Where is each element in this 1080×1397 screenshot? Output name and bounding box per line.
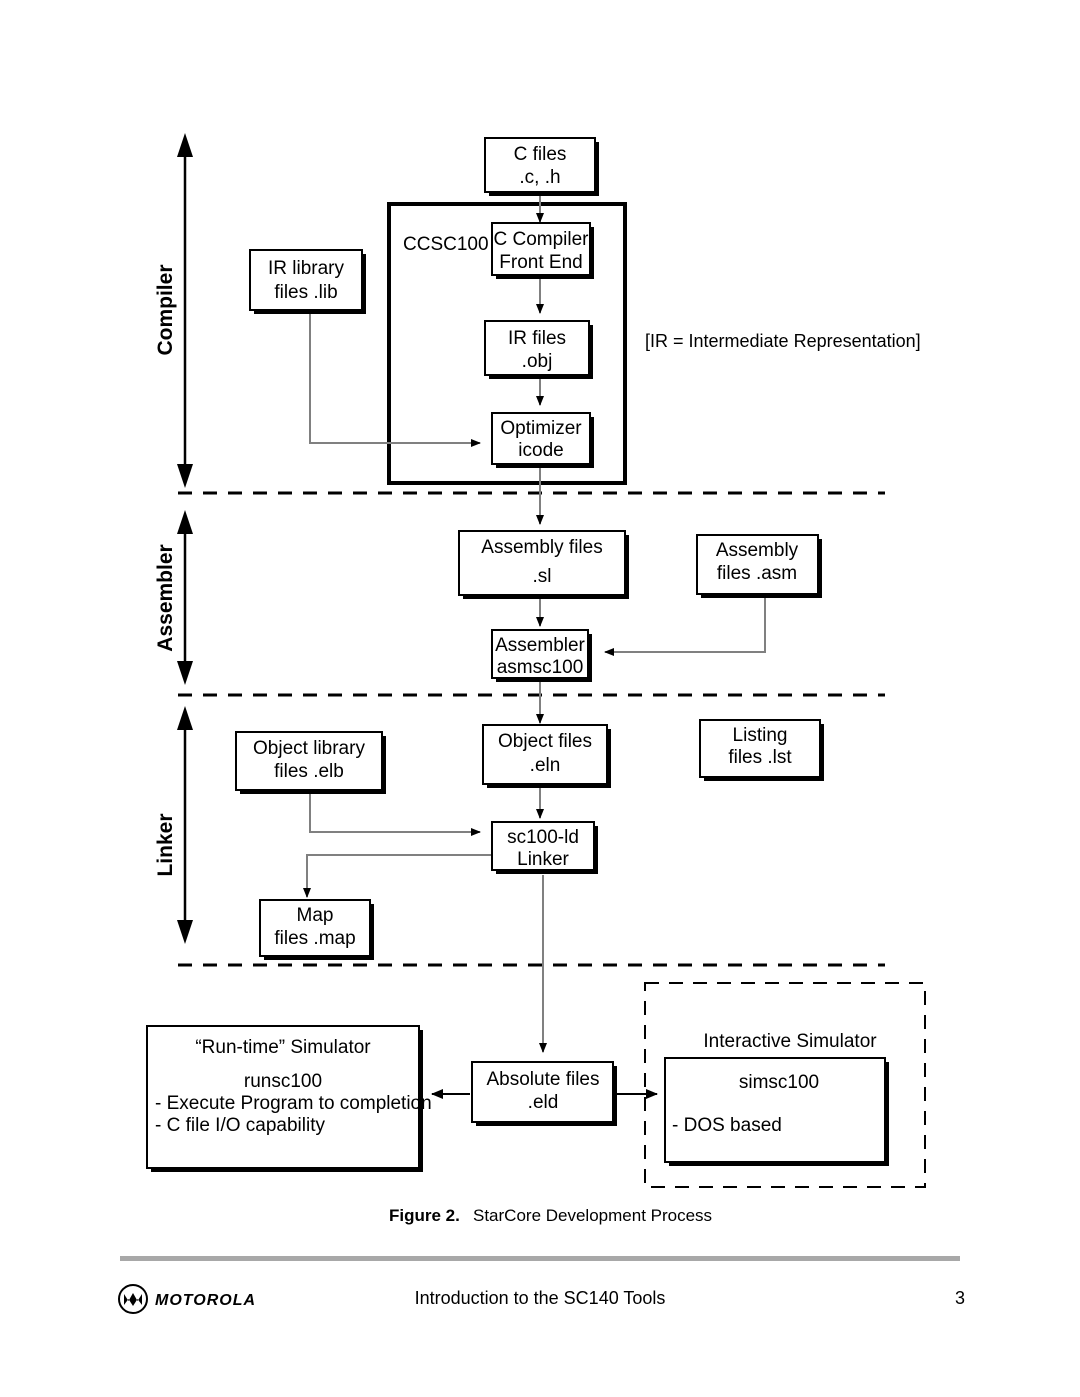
node-ir-library-line2: files .lib — [274, 282, 337, 303]
footer-page-number: 3 — [955, 1288, 965, 1308]
node-interactive-simulator-name: simsc100 — [739, 1072, 819, 1093]
node-optimizer[interactable]: Optimizer icode — [491, 412, 594, 468]
stage-label-linker: Linker — [154, 813, 177, 876]
node-ir-files-line1: IR files — [508, 328, 566, 349]
stage-span-assembler: Assembler — [154, 510, 193, 685]
node-interactive-simulator[interactable]: simsc100 - DOS based — [664, 1057, 889, 1166]
stage-label-compiler: Compiler — [154, 264, 177, 355]
node-linker-tool-line1: sc100-ld — [507, 827, 579, 848]
motorola-logo: MOTOROLA — [118, 1284, 256, 1314]
node-c-compiler-front-end-line1: C Compiler — [493, 229, 589, 250]
node-interactive-simulator-bullet1: - DOS based — [672, 1115, 782, 1136]
node-runtime-simulator[interactable]: “Run-time” Simulator runsc100 - Execute … — [146, 1025, 432, 1172]
figure-caption: Figure 2. StarCore Development Process — [389, 1206, 712, 1225]
node-absolute-files-line2: .eld — [528, 1092, 559, 1113]
node-listing-files[interactable]: Listing files .lst — [699, 719, 824, 781]
node-assembler-tool[interactable]: Assembler asmsc100 — [491, 629, 592, 682]
node-listing-files-line2: files .lst — [728, 747, 792, 768]
node-object-files-line2: .eln — [530, 755, 561, 776]
node-runtime-simulator-name: runsc100 — [244, 1071, 322, 1092]
node-optimizer-line2: icode — [518, 440, 563, 461]
node-c-compiler-front-end-line2: Front End — [499, 252, 582, 273]
group-label-interactive-simulator: Interactive Simulator — [703, 1031, 877, 1052]
connector-asmfiles-to-assembler — [604, 594, 766, 656]
node-c-files-line1: C files — [514, 144, 567, 165]
connector-objectlibrary-to-linker — [309, 790, 481, 836]
node-assembly-files-sl-line2: .sl — [533, 566, 552, 587]
node-object-library[interactable]: Object library files .elb — [235, 731, 386, 794]
connector-irlibrary-to-optimizer — [309, 312, 481, 447]
node-linker-tool-line2: Linker — [517, 849, 569, 870]
node-object-files[interactable]: Object files .eln — [482, 724, 611, 788]
node-assembly-files-asm[interactable]: Assembly files .asm — [696, 534, 822, 598]
footer-rule — [120, 1256, 960, 1261]
node-absolute-files[interactable]: Absolute files .eld — [471, 1061, 617, 1126]
node-map-files[interactable]: Map files .map — [259, 899, 374, 960]
node-object-library-line1: Object library — [253, 738, 365, 759]
node-map-files-line2: files .map — [274, 928, 355, 949]
node-map-files-line1: Map — [297, 905, 334, 926]
node-linker-tool[interactable]: sc100-ld Linker — [491, 821, 598, 874]
node-ir-library-line1: IR library — [268, 258, 345, 279]
node-assembler-tool-line2: asmsc100 — [497, 657, 584, 678]
node-optimizer-line1: Optimizer — [500, 418, 582, 439]
node-c-files-line2: .c, .h — [519, 167, 560, 188]
figure-caption-text: StarCore Development Process — [473, 1206, 712, 1225]
motorola-batwing-icon — [124, 1293, 142, 1306]
stage-span-compiler: Compiler — [154, 133, 193, 488]
connector-linker-to-mapfiles — [303, 854, 492, 898]
node-assembly-files-asm-line2: files .asm — [717, 563, 797, 584]
node-runtime-simulator-bullet2: - C file I/O capability — [155, 1115, 325, 1136]
node-ir-files[interactable]: IR files .obj — [484, 320, 593, 379]
stage-label-assembler: Assembler — [154, 544, 177, 651]
node-object-library-line2: files .elb — [274, 761, 344, 782]
stage-span-linker: Linker — [154, 706, 193, 944]
footer: MOTOROLA Introduction to the SC140 Tools… — [118, 1284, 965, 1314]
node-assembly-files-sl[interactable]: Assembly files .sl — [458, 530, 629, 599]
node-object-files-line1: Object files — [498, 731, 592, 752]
node-listing-files-line1: Listing — [733, 725, 788, 746]
group-label-ccsc100: CCSC100 — [403, 234, 489, 255]
node-absolute-files-line1: Absolute files — [486, 1069, 599, 1090]
page: Compiler Assembler Linker CCSC100 C file… — [0, 0, 1080, 1397]
footer-title: Introduction to the SC140 Tools — [415, 1288, 666, 1308]
node-runtime-simulator-bullet1: - Execute Program to completion — [155, 1093, 432, 1114]
node-assembly-files-sl-line1: Assembly files — [481, 537, 602, 558]
node-c-compiler-front-end[interactable]: C Compiler Front End — [491, 222, 594, 279]
ir-definition-note: [IR = Intermediate Representation] — [645, 331, 921, 351]
node-ir-library[interactable]: IR library files .lib — [249, 249, 366, 314]
figure-caption-label: Figure 2. — [389, 1206, 460, 1225]
node-assembly-files-asm-line1: Assembly — [716, 540, 799, 561]
starcore-development-process-diagram: Compiler Assembler Linker CCSC100 C file… — [118, 133, 965, 1314]
node-ir-files-line2: .obj — [522, 351, 553, 372]
node-runtime-simulator-title: “Run-time” Simulator — [195, 1037, 371, 1058]
node-assembler-tool-line1: Assembler — [495, 635, 585, 656]
motorola-wordmark: MOTOROLA — [155, 1292, 256, 1309]
node-c-files[interactable]: C files .c, .h — [484, 137, 599, 196]
